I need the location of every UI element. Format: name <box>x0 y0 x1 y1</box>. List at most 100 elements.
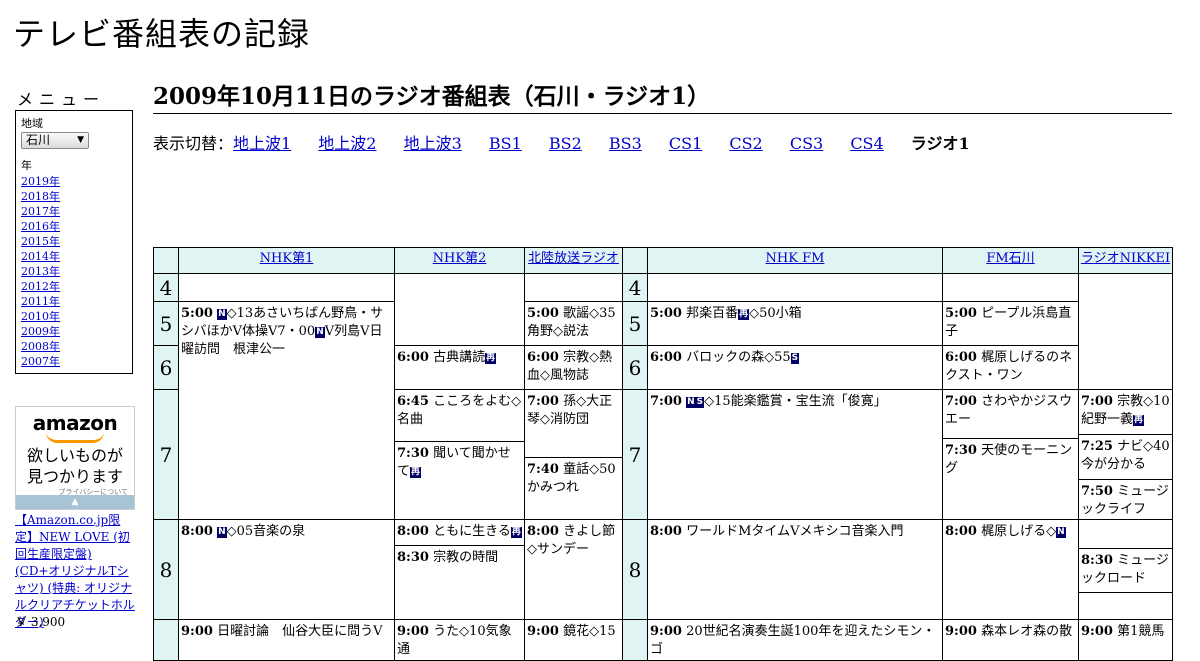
program-cell[interactable]: 7:50 ミュージックライフ <box>1080 480 1172 519</box>
channel-link-nhk2[interactable]: NHK第2 <box>433 251 487 266</box>
program-cell[interactable]: 9:00 うた◇10気象通 <box>394 619 525 661</box>
channel-header: NHK FM <box>647 247 943 274</box>
program-cell[interactable]: 6:00 バロックの森◇55S <box>647 345 943 390</box>
switcher-label: 表示切替： <box>153 134 234 153</box>
program-cell[interactable]: 7:30 天使のモーニング <box>944 439 1078 478</box>
program-cell[interactable]: 9:00 森本レオ森の散 <box>942 619 1079 661</box>
program-cell[interactable]: 8:00 N◇05音楽の泉 <box>178 519 395 620</box>
program-time: 5:00 <box>650 306 682 321</box>
program-cell[interactable]: 7:00 N S◇15能楽鑑賞・宝生流「俊寛」 <box>647 389 943 520</box>
ad-price: ￥ 3,900 <box>15 615 66 629</box>
channel-link-nhk1[interactable]: NHK第1 <box>260 251 314 266</box>
news-icon: N <box>1056 527 1066 538</box>
year-link-2016[interactable]: 2016年 <box>21 219 127 234</box>
program-cell[interactable]: 7:40 童話◇50かみつれ <box>526 458 622 497</box>
channel-link-nikkei[interactable]: ラジオNIKKEI <box>1081 251 1170 266</box>
program-title: ともに生きる <box>433 524 511 539</box>
program-cell[interactable]: 8:30 宗教の時間 <box>396 546 524 567</box>
channel-link-fm-ishikawa[interactable]: FM石川 <box>986 251 1034 266</box>
year-link-2015[interactable]: 2015年 <box>21 234 127 249</box>
program-cell[interactable]: 8:00 きよし節◇サンデー <box>524 519 623 620</box>
program-cell[interactable]: 9:00 第1競馬 <box>1078 619 1173 661</box>
year-link-2009[interactable]: 2009年 <box>21 324 127 339</box>
program-cell[interactable]: 8:00 ワールドMタイムVメキシコ音楽入門 <box>647 519 943 620</box>
year-link-2018[interactable]: 2018年 <box>21 189 127 204</box>
ad-collapse-icon[interactable]: ▲ <box>16 495 134 509</box>
year-link-2011[interactable]: 2011年 <box>21 294 127 309</box>
switch-link-cs2[interactable]: CS2 <box>729 134 762 153</box>
hour-row: 4 4 <box>153 273 1173 390</box>
program-cell[interactable]: 9:00 鏡花◇15 <box>524 619 623 661</box>
year-link-2010[interactable]: 2010年 <box>21 309 127 324</box>
switch-link-bs3[interactable]: BS3 <box>609 134 642 153</box>
year-link-2007[interactable]: 2007年 <box>21 354 127 369</box>
program-cell-empty <box>942 273 1079 302</box>
news-icon: N <box>217 527 227 538</box>
program-cell[interactable]: 7:00 さわやかジスウエー <box>943 391 1078 439</box>
year-link-2017[interactable]: 2017年 <box>21 204 127 219</box>
program-cell[interactable]: 9:00 20世紀名演奏生誕100年を迎えたシモン・ゴ <box>647 619 943 661</box>
year-link-2019[interactable]: 2019年 <box>21 174 127 189</box>
program-cell-empty <box>394 273 525 346</box>
region-label: 地域 <box>21 117 43 130</box>
program-cell[interactable]: 7:25 ナビ◇40今が分かる <box>1079 435 1172 480</box>
program-cell[interactable]: 6:00 宗教◇熱血◇風物誌 <box>524 345 623 390</box>
channel-header: FM石川 <box>942 247 1079 274</box>
program-title: 古典講読 <box>433 350 486 365</box>
program-time: 7:00 <box>1081 394 1113 409</box>
switch-link-terrestrial3[interactable]: 地上波3 <box>404 134 462 153</box>
program-cell-empty <box>524 273 623 302</box>
program-cell[interactable]: 7:30 聞いて聞かせて再 <box>396 442 524 481</box>
program-cell[interactable]: 8:00 ともに生きる再 <box>395 521 524 546</box>
program-cell[interactable]: 5:00 N◇13あさいちばん野鳥・サシバほかV体操V7・00NV列島V日曜訪問… <box>178 301 395 520</box>
year-link-2014[interactable]: 2014年 <box>21 249 127 264</box>
switch-link-bs2[interactable]: BS2 <box>549 134 582 153</box>
year-link-2008[interactable]: 2008年 <box>21 339 127 354</box>
program-cell[interactable]: 7:00 孫◇大正琴◇消防団 <box>525 391 622 458</box>
program-title: ◇50小箱 <box>749 306 802 321</box>
program-cell[interactable]: 6:45 こころをよむ◇名曲 <box>395 391 524 442</box>
hour-cell <box>153 619 179 661</box>
switch-link-bs1[interactable]: BS1 <box>489 134 522 153</box>
switch-link-cs1[interactable]: CS1 <box>669 134 702 153</box>
program-cell-group: 6:45 こころをよむ◇名曲 7:30 聞いて聞かせて再 <box>394 389 525 520</box>
program-cell-group: 7:00 孫◇大正琴◇消防団 7:40 童話◇50かみつれ <box>524 389 623 520</box>
program-cell[interactable]: 6:00 古典講読再 <box>394 345 525 390</box>
switch-link-terrestrial1[interactable]: 地上波1 <box>233 134 291 153</box>
amazon-ad-banner[interactable]: amazon 欲しいものが 見つかります プライバシーについて ▲ <box>15 406 135 510</box>
view-switcher: 表示切替：地上波1 地上波2 地上波3 BS1 BS2 BS3 CS1 CS2 … <box>153 134 992 154</box>
hour-row: 9:00 日曜討論 仙谷大臣に問うV 9:00 うた◇10気象通 9:00 鏡花… <box>153 619 1173 661</box>
program-cell[interactable]: 7:00 宗教◇10紀野一義再 <box>1079 391 1172 435</box>
program-time: 6:45 <box>397 394 429 409</box>
program-time: 5:00 <box>945 306 977 321</box>
program-cell[interactable]: 6:00 梶原しげるのネクスト・ワン <box>942 345 1079 390</box>
hour-cell: 8 <box>622 519 648 620</box>
stereo-icon: S <box>790 353 800 364</box>
program-time: 7:00 <box>945 394 977 409</box>
program-title: ワールドMタイムVメキシコ音楽入門 <box>686 524 904 539</box>
site-title: テレビ番組表の記録 <box>13 15 311 53</box>
year-link-2012[interactable]: 2012年 <box>21 279 127 294</box>
region-select[interactable]: 石川 ▼ <box>21 132 89 149</box>
hour-cell <box>622 619 648 661</box>
switch-link-cs3[interactable]: CS3 <box>790 134 823 153</box>
program-title: 宗教の時間 <box>433 550 499 565</box>
hour-cell: 7 <box>622 389 648 520</box>
program-cell[interactable]: 8:30 ミュージックロード <box>1079 549 1172 593</box>
program-cell[interactable]: 9:00 日曜討論 仙谷大臣に問うV <box>178 619 395 661</box>
region-select-value: 石川 <box>26 133 51 147</box>
program-time: 9:00 <box>397 624 429 639</box>
channel-link-mro[interactable]: 北陸放送ラジオ <box>528 251 619 266</box>
channel-link-nhkfm[interactable]: NHK FM <box>766 251 825 266</box>
program-time: 8:00 <box>650 524 682 539</box>
program-cell[interactable]: 5:00 邦楽百番再◇50小箱 <box>647 301 943 346</box>
program-cell-group: 7:00 宗教◇10紀野一義再 7:25 ナビ◇40今が分かる 7:50 ミュー… <box>1078 389 1173 520</box>
program-cell[interactable]: 8:00 梶原しげる◇N <box>942 519 1079 620</box>
program-title: 日曜討論 仙谷大臣に問うV <box>217 624 383 639</box>
program-cell[interactable]: 5:00 ピープル浜島直子 <box>942 301 1079 346</box>
switch-link-terrestrial2[interactable]: 地上波2 <box>318 134 376 153</box>
program-cell[interactable]: 5:00 歌謡◇35角野◇説法 <box>524 301 623 346</box>
year-link-2013[interactable]: 2013年 <box>21 264 127 279</box>
program-cell-group: 7:00 さわやかジスウエー 7:30 天使のモーニング <box>942 389 1079 520</box>
switch-link-cs4[interactable]: CS4 <box>850 134 883 153</box>
